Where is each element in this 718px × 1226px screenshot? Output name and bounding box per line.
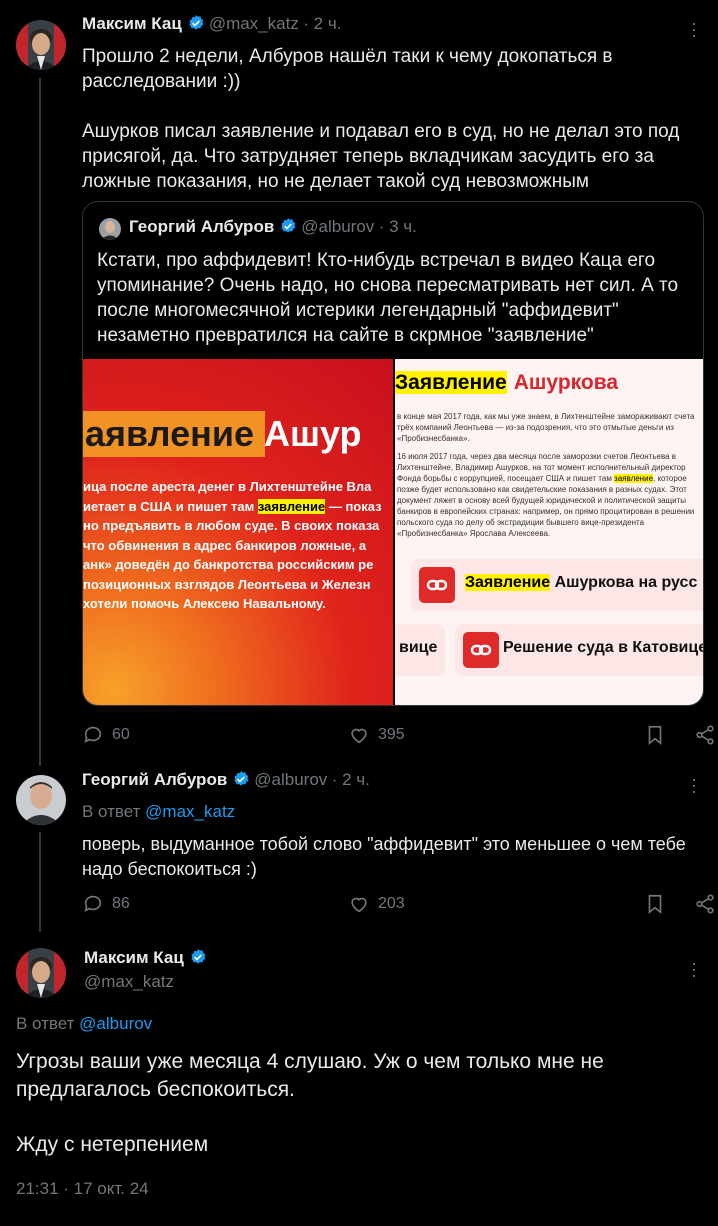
image-body: ица после ареста денег в Лихтенштейне Вл… [83,477,382,614]
link-card-text: Решение суда в Катовице [503,639,704,656]
quote-header: Георгий Албуров @alburov · 3 ч. [129,217,417,240]
image-line: иетает в США и пишет там заявление — пок… [83,498,382,514]
link-card-text: Ашуркова на русс [550,574,698,591]
image-title: Заявление Ашуркова [395,371,618,395]
tweet-time[interactable]: · 2 ч. [332,770,370,789]
image-title-part: аявление [85,413,254,454]
like-icon [351,897,367,913]
image-link-card: Заявление Ашуркова на русс [411,559,703,611]
tweet1-header: Максим Кац @max_katz · 2 ч. [82,14,341,37]
like-count: 203 [378,895,405,912]
quote-image-left[interactable]: аявление Ашур ица после ареста денег в Ли… [83,359,393,705]
image-title-part: Ашур [264,413,362,454]
quote-text-line: упоминание? Очень надо, но снова пересма… [97,275,679,296]
tweet-text-line: предлагалось беспокоиться. [16,1078,295,1101]
link-card-text: Заявление [465,574,551,591]
reply-count: 86 [112,895,130,912]
avatar-max-katz[interactable] [16,20,66,70]
avatar-alburov-small [99,218,121,240]
like-icon [351,728,367,744]
image-title: аявление Ашур [85,413,362,455]
link-icon [419,567,455,603]
quote-author-handle: @alburov [301,217,375,236]
tweet-text-line: Жду с нетерпением [16,1133,209,1156]
tweet-time[interactable]: · 2 ч. [303,14,341,33]
quote-text-line: после многомесячной истерики легендарный… [97,300,619,321]
image-paragraph: в конце мая 2017 года, как мы уже знаем,… [397,412,695,443]
tweet3-name-row: Максим Кац [84,948,211,971]
avatar-max-katz[interactable] [16,948,66,998]
tweet-text-line: Прошло 2 недели, Албуров нашёл таки к че… [82,46,613,67]
bookmark-icon[interactable] [644,724,666,751]
quote-text-line: Кстати, про аффидевит! Кто-нибудь встреч… [97,250,656,271]
image-title-part: Ашуркова [513,371,619,394]
quote-image-right[interactable]: Заявление Ашуркова в конце мая 2017 года,… [395,359,704,705]
image-link-card: Решение суда в Катовице [455,624,704,676]
verified-icon [279,217,297,240]
verified-icon [232,770,250,793]
author-handle[interactable]: @max_katz [209,14,299,33]
share-icon[interactable] [694,724,716,751]
author-name[interactable]: Георгий Албуров [82,770,227,789]
share-icon[interactable] [694,893,716,920]
tweet-text-line: надо беспокоиться :) [82,859,257,879]
reply-button[interactable]: 60 [82,724,130,746]
like-count: 395 [378,726,405,743]
image-line: позиционных взглядов Леонтьева и Железн [83,576,371,592]
tweet-text-line: Ашурков писал заявление и подавал его в … [82,121,680,142]
image-line: ица после ареста денег в Лихтенштейне Вл… [83,479,372,494]
image-line: хотели помочь Алексею Навальному. [83,596,326,611]
more-icon[interactable]: · · · [684,954,704,984]
tweet-text-line: расследовании :)) [82,71,241,92]
link-card-text: вице [399,639,438,656]
reply-to: В ответ @alburov [16,1014,152,1034]
verified-icon [189,948,207,971]
image-title-part: Заявление [395,371,507,394]
verified-icon [187,14,205,37]
reply-icon [84,726,102,743]
thread-line-2 [39,832,41,932]
reply-to: В ответ @max_katz [82,802,235,822]
image-paragraph: 16 июля 2017 года, через два месяца посл… [397,452,695,538]
bookmark-icon[interactable] [644,893,666,920]
quote-text-line: незаметно превратился на сайте в скрмное… [97,325,594,346]
reply-to-prefix: В ответ [16,1014,80,1033]
reply-to-mention[interactable]: @alburov [79,1014,152,1033]
like-button[interactable]: 203 [348,893,405,915]
tweet-text-line: присягой, да. Что затрудняет теперь вкла… [82,146,654,167]
tweet2-header: Георгий Албуров @alburov · 2 ч. [82,770,370,793]
avatar-alburov[interactable] [16,775,66,825]
reply-icon [84,895,102,912]
tweet-timestamp[interactable]: 21:31 · 17 окт. 24 [16,1179,149,1199]
image-link-card: вице [395,624,445,676]
author-name[interactable]: Максим Кац [82,14,182,33]
reply-to-mention[interactable]: @max_katz [145,802,235,821]
image-line: что обвинения в адрес банкиров ложные, а [83,537,367,553]
quote-author-name: Георгий Албуров [129,217,275,236]
reply-to-prefix: В ответ [82,802,146,821]
thread-line-1 [39,78,41,766]
quoted-tweet[interactable]: Георгий Албуров @alburov · 3 ч. Кстати, п… [82,201,704,706]
author-handle[interactable]: @alburov [254,770,327,789]
like-button[interactable]: 395 [348,724,405,746]
image-line: анк» доведён до банкротства российским р… [83,557,374,572]
quote-time: · 3 ч. [378,217,417,236]
tweet-text-line: Угрозы ваши уже месяца 4 слушаю. Уж о че… [16,1050,604,1073]
author-handle[interactable]: @max_katz [84,972,174,992]
more-icon[interactable]: · · · [684,14,704,44]
tweet-text-line: ложные показания, но не делает такой суд… [82,171,589,192]
more-icon[interactable]: · · · [684,770,704,800]
image-line: но предъявить в любом суде. В своих пока… [83,518,380,533]
reply-count: 60 [112,726,130,743]
tweet-text-line: поверь, выдуманное тобой слово "аффидеви… [82,834,686,854]
author-name[interactable]: Максим Кац [84,948,184,967]
link-icon [463,632,499,668]
reply-button[interactable]: 86 [82,893,130,915]
